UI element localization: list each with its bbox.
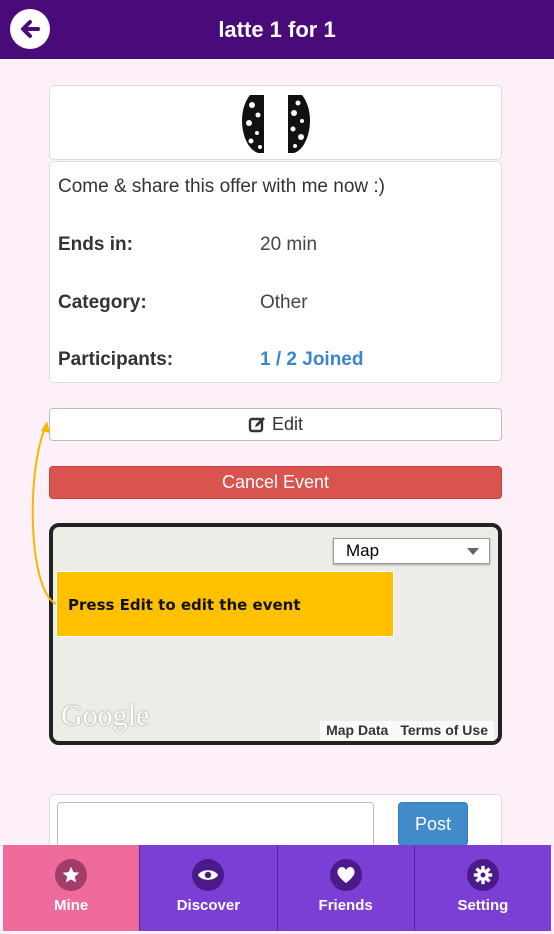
gear-icon	[466, 859, 499, 891]
star-icon	[55, 859, 88, 891]
tab-discover[interactable]: Discover	[140, 845, 278, 931]
eye-icon	[192, 859, 225, 891]
bottom-tab-bar: Mine Discover Friends Setting	[3, 845, 551, 931]
post-button[interactable]: Post	[398, 802, 468, 846]
tab-setting-label: Setting	[457, 897, 509, 914]
tab-mine-label: Mine	[54, 897, 89, 914]
tab-mine[interactable]: Mine	[3, 845, 141, 931]
tab-friends-label: Friends	[318, 897, 373, 914]
heart-icon	[329, 859, 362, 891]
tab-setting[interactable]: Setting	[414, 845, 551, 931]
tab-discover-label: Discover	[176, 897, 241, 914]
tab-friends[interactable]: Friends	[277, 845, 415, 931]
